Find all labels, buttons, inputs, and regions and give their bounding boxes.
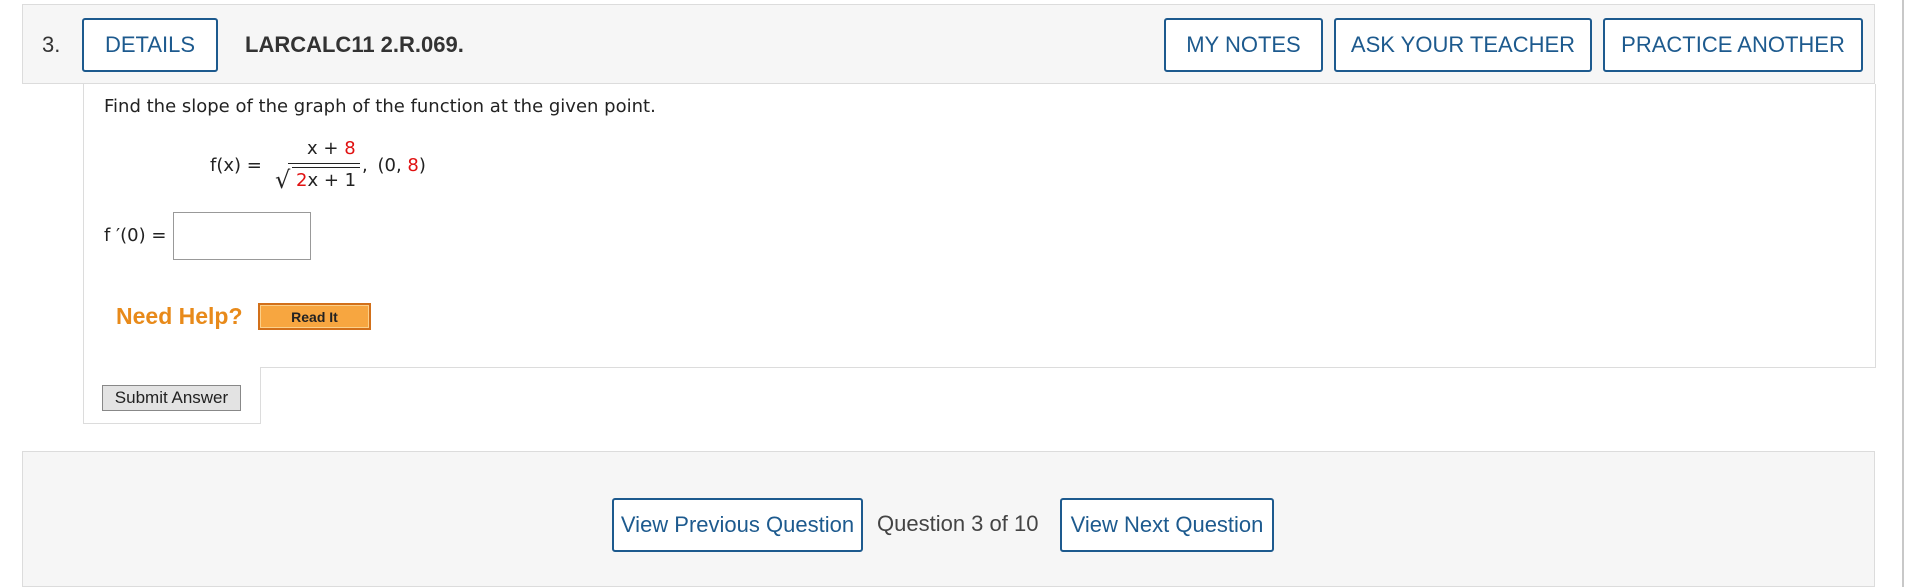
- answer-input[interactable]: [173, 212, 311, 260]
- practice-another-button[interactable]: PRACTICE ANOTHER: [1603, 18, 1863, 72]
- details-button[interactable]: DETAILS: [82, 18, 218, 72]
- ask-your-teacher-button[interactable]: ASK YOUR TEACHER: [1334, 18, 1592, 72]
- submit-answer-button[interactable]: Submit Answer: [102, 385, 241, 411]
- point-open: (0,: [377, 155, 408, 176]
- point-close: ): [418, 155, 426, 176]
- radical-sign: √: [275, 166, 291, 194]
- my-notes-button[interactable]: MY NOTES: [1164, 18, 1323, 72]
- question-position: Question 3 of 10: [877, 511, 1039, 536]
- view-next-question-button[interactable]: View Next Question: [1060, 498, 1274, 552]
- question-prompt: Find the slope of the graph of the funct…: [104, 96, 656, 117]
- answer-label: f ′(0) =: [104, 225, 167, 246]
- point-separator: ,: [362, 155, 368, 176]
- function-lhs: f(x) =: [210, 155, 262, 176]
- need-help-label: Need Help?: [116, 303, 243, 329]
- read-it-button[interactable]: Read It: [258, 303, 371, 330]
- function-denominator: 2x + 1: [296, 170, 356, 191]
- question-number: 3.: [42, 32, 61, 57]
- numerator-variable: x +: [307, 138, 345, 159]
- scrollbar-line: [1902, 0, 1904, 587]
- denominator-coefficient: 2: [296, 170, 308, 191]
- point-y: 8: [407, 155, 419, 176]
- fraction-bar: [288, 163, 360, 164]
- numerator-constant: 8: [344, 138, 356, 159]
- denominator-rest: x + 1: [307, 170, 357, 191]
- function-point: , (0, 8): [362, 155, 426, 176]
- function-numerator: x + 8: [307, 138, 356, 159]
- view-previous-question-button[interactable]: View Previous Question: [612, 498, 863, 552]
- question-code: LARCALC11 2.R.069.: [245, 32, 464, 57]
- radical-vinculum: [292, 167, 360, 168]
